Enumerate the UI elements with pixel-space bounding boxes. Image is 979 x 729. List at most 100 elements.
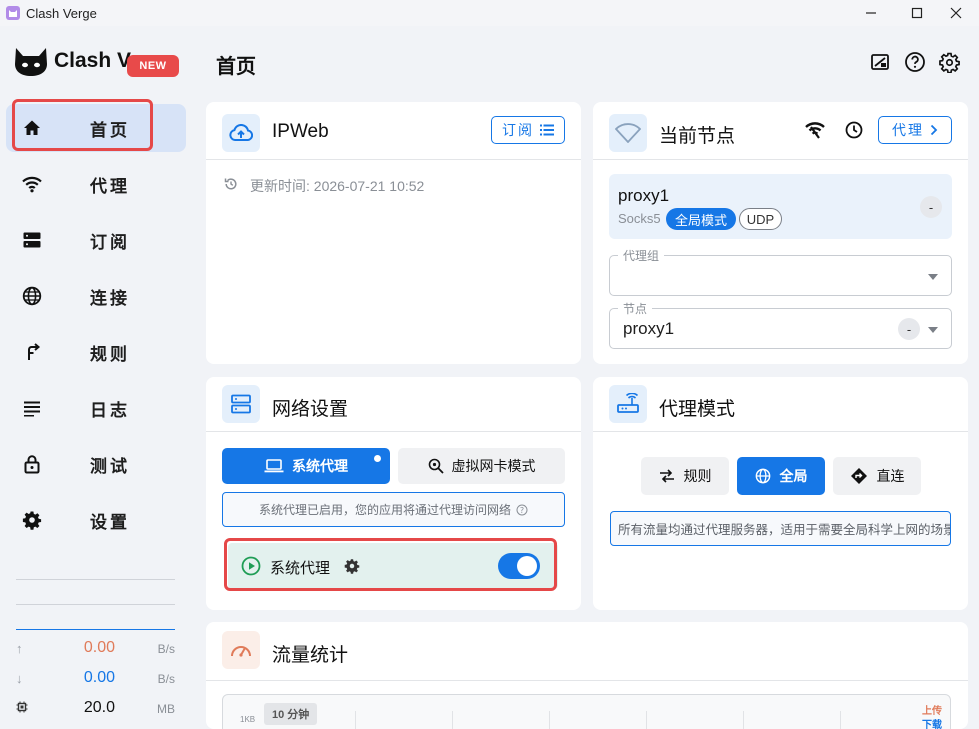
highlight-home-nav	[12, 99, 153, 151]
proxy-group-select[interactable]: 代理组	[609, 247, 952, 296]
node-name: proxy1	[618, 186, 670, 205]
cloud-upload-icon	[222, 114, 260, 152]
subscription-button[interactable]: 订阅	[491, 116, 565, 144]
network-card-header: 网络设置	[206, 377, 581, 432]
profile-name: IPWeb	[272, 121, 329, 142]
sidebar-item-profiles[interactable]: 订阅	[6, 216, 186, 264]
sidebar-item-label: 设置	[90, 512, 130, 532]
lock-icon	[22, 454, 42, 474]
globe-icon	[22, 286, 42, 306]
graph-gridline	[452, 711, 453, 729]
traffic-stats: ↑ 0.00 B/s ↓ 0.00 B/s 20.0 MB	[16, 635, 175, 725]
subscription-button-label: 订阅	[502, 122, 534, 138]
latency-test-button[interactable]	[845, 121, 863, 144]
graph-gridline	[549, 711, 550, 729]
traffic-card-divider	[206, 680, 968, 681]
mode-direct-label: 直连	[876, 468, 905, 484]
upload-speed: 0.00	[83, 639, 115, 656]
help-button[interactable]	[904, 51, 926, 73]
legend-download: 下载	[922, 720, 942, 729]
sidebar-divider	[16, 579, 175, 580]
mode-global-label: 全局	[779, 468, 808, 484]
help-icon[interactable]: ?	[516, 504, 528, 516]
download-unit: B/s	[157, 672, 175, 686]
traffic-card: 流量统计 1KB 10 分钟 上传 下载	[206, 622, 968, 729]
mode-global-button[interactable]: 全局	[737, 457, 825, 495]
network-settings-title: 网络设置	[272, 399, 349, 420]
traffic-card-header: 流量统计	[206, 622, 968, 678]
window-title: Clash Verge	[26, 5, 97, 21]
proxy-mode-header: 代理模式	[593, 377, 968, 432]
proxy-mode-card: 代理模式 规则 全局 直连 所有流量均通过代理服务器，适用于需要全局科学上网的场…	[593, 377, 968, 610]
speedometer-icon	[222, 631, 260, 669]
memory-chip-icon	[16, 701, 28, 716]
wifi-icon	[22, 174, 42, 194]
gear-icon	[938, 52, 960, 73]
uwp-loopback-button[interactable]	[869, 51, 891, 73]
history-icon	[224, 178, 237, 190]
sidebar-item-label: 日志	[90, 400, 130, 420]
sidebar-nav: 首页 代理 订阅 连接 规则 日志 测试 设置	[6, 104, 186, 552]
legend-upload: 上传	[922, 706, 942, 717]
clock-icon	[845, 121, 863, 139]
new-badge: NEW	[127, 55, 179, 77]
proxy-status-text: 系统代理已启用，您的应用将通过代理访问网络	[258, 503, 511, 517]
mode-rule-button[interactable]: 规则	[641, 457, 729, 495]
node-select-value: proxy1	[623, 319, 675, 338]
list-icon	[540, 124, 554, 136]
network-lock-icon	[871, 54, 889, 70]
active-dot	[374, 455, 381, 462]
profile-card: IPWeb 订阅 更新时间: 2026-07-21 10:52	[206, 102, 581, 364]
highlight-system-proxy	[224, 538, 557, 591]
close-icon	[950, 7, 962, 19]
mode-chip: 全局模式	[666, 208, 736, 230]
current-node-panel[interactable]: proxy1 Socks5 全局模式 UDP -	[609, 174, 952, 239]
upload-unit: B/s	[157, 642, 175, 656]
current-node-card-header: 当前节点 代理	[593, 102, 968, 160]
tab-system-proxy[interactable]: 系统代理	[222, 448, 390, 484]
app-cat-icon	[6, 6, 20, 20]
mode-direct-button[interactable]: 直连	[833, 457, 921, 495]
sidebar-item-label: 代理	[90, 176, 130, 196]
chevron-down-icon	[928, 274, 938, 280]
graph-gridline	[840, 711, 841, 729]
search-network-icon	[428, 458, 444, 474]
sidebar-item-settings[interactable]: 设置	[6, 496, 186, 544]
sidebar-item-rules[interactable]: 规则	[6, 328, 186, 376]
sidebar-item-label: 测试	[90, 456, 130, 476]
sidebar-divider	[16, 604, 175, 605]
memory-unit: MB	[157, 702, 175, 716]
time-range-button[interactable]: 10 分钟	[264, 703, 318, 725]
sidebar-item-logs[interactable]: 日志	[6, 384, 186, 432]
sidebar-item-connections[interactable]: 连接	[6, 272, 186, 320]
go-proxies-button[interactable]: 代理	[878, 116, 952, 144]
app-name: Clash Verge	[54, 49, 132, 72]
node-delay-badge[interactable]: -	[920, 196, 942, 218]
udp-chip: UDP	[739, 208, 782, 230]
profile-card-header: IPWeb 订阅	[206, 102, 581, 160]
help-icon	[905, 52, 925, 72]
tab-tun-label: 虚拟网卡模式	[451, 458, 536, 474]
wifi-outline-icon	[609, 114, 647, 152]
svg-text:?: ?	[520, 505, 524, 514]
header-settings-button[interactable]	[938, 51, 960, 73]
sidebar-item-label: 规则	[90, 344, 130, 364]
traffic-card-title: 流量统计	[272, 645, 349, 666]
storage-icon	[22, 230, 42, 250]
graph-gridline	[646, 711, 647, 729]
close-window-button[interactable]	[933, 0, 979, 26]
graph-gridline	[355, 711, 356, 729]
maximize-icon	[911, 7, 923, 19]
node-select[interactable]: 节点 proxy1 -	[609, 300, 952, 349]
fork-arrow-icon	[22, 342, 42, 362]
sidebar-item-test[interactable]: 测试	[6, 440, 186, 488]
tab-system-proxy-label: 系统代理	[292, 458, 348, 474]
cat-logo-icon	[15, 48, 47, 76]
graph-y-tick: 1KB	[240, 715, 256, 724]
direction-icon	[850, 468, 867, 484]
chevron-down-icon	[928, 327, 938, 333]
sidebar-item-proxy[interactable]: 代理	[6, 160, 186, 208]
title-bar: Clash Verge	[0, 0, 979, 26]
tab-tun-mode[interactable]: 虚拟网卡模式	[398, 448, 565, 484]
minimize-button[interactable]	[848, 0, 894, 26]
